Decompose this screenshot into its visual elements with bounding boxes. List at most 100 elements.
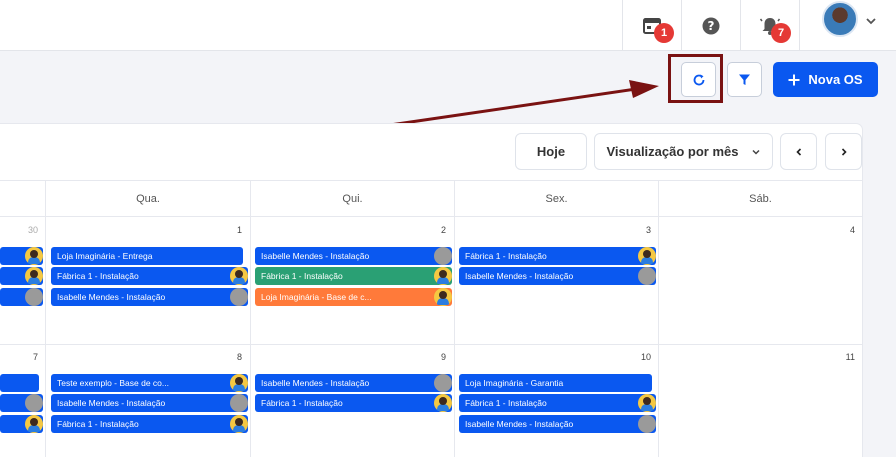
plus-icon [788, 74, 800, 85]
assignee-avatar [230, 288, 248, 306]
event-label: Isabelle Mendes - Instalação [261, 251, 370, 261]
event-item[interactable]: Fábrica 1 - Instalação [51, 415, 248, 433]
event-label: Isabelle Mendes - Instalação [465, 271, 574, 281]
notifications-button[interactable]: 7 [740, 0, 798, 51]
top-bar: 1 ? 7 [0, 0, 896, 51]
day-number: 1 [236, 225, 242, 235]
day-number: 7 [32, 352, 38, 362]
filter-icon [739, 74, 750, 85]
assignee-avatar [638, 267, 656, 285]
day-number: 4 [849, 225, 855, 235]
calendar-card: Hoje Visualização por mês Qua. Qui. Sex.… [0, 124, 862, 457]
event-item[interactable]: Fábrica 1 - Instalação [255, 267, 452, 285]
assignee-avatar [230, 267, 248, 285]
assignee-avatar [25, 415, 43, 433]
event-item[interactable] [0, 374, 39, 392]
event-label: Fábrica 1 - Instalação [57, 419, 139, 429]
grid-line [454, 217, 455, 457]
day-name-fri: Sex. [454, 181, 658, 217]
event-item[interactable]: Isabelle Mendes - Instalação [459, 415, 656, 433]
annotation-arrow [389, 80, 659, 127]
event-label: Isabelle Mendes - Instalação [57, 292, 166, 302]
event-label: Loja Imaginária - Garantia [465, 378, 564, 388]
event-label: Loja Imaginária - Base de c... [261, 292, 372, 302]
assignee-avatar [434, 374, 452, 392]
grid-line [658, 217, 659, 457]
day-name-sat: Sáb. [658, 181, 862, 217]
assignee-avatar [434, 394, 452, 412]
event-item[interactable]: Loja Imaginária - Base de c... [255, 288, 452, 306]
event-item[interactable]: Loja Imaginária - Garantia [459, 374, 652, 392]
event-label: Isabelle Mendes - Instalação [465, 419, 574, 429]
assignee-avatar [638, 415, 656, 433]
event-label: Isabelle Mendes - Instalação [261, 378, 370, 388]
chevron-down-icon [866, 18, 876, 25]
event-label: Fábrica 1 - Instalação [465, 251, 547, 261]
assignee-avatar [230, 394, 248, 412]
event-item[interactable] [0, 247, 43, 265]
calendar-toolbar: Hoje Visualização por mês [0, 124, 862, 180]
day-number: 8 [236, 352, 242, 362]
help-icon: ? [702, 17, 719, 34]
filter-button[interactable] [727, 62, 762, 97]
day-name-wed: Qua. [45, 181, 250, 217]
event-item[interactable]: Isabelle Mendes - Instalação [459, 267, 656, 285]
new-os-label: Nova OS [808, 72, 863, 87]
event-item[interactable]: Fábrica 1 - Instalação [255, 394, 452, 412]
assignee-avatar [638, 394, 656, 412]
event-item[interactable] [0, 394, 43, 412]
view-mode-select[interactable]: Visualização por mês [594, 133, 773, 170]
grid-line [250, 217, 251, 457]
new-os-button[interactable]: Nova OS [773, 62, 878, 97]
event-label: Teste exemplo - Base de co... [57, 378, 169, 388]
event-label: Fábrica 1 - Instalação [57, 271, 139, 281]
chevron-down-icon [751, 149, 760, 155]
event-label: Fábrica 1 - Instalação [261, 271, 343, 281]
event-item[interactable]: Fábrica 1 - Instalação [51, 267, 248, 285]
event-label: Isabelle Mendes - Instalação [57, 398, 166, 408]
assignee-avatar [25, 394, 43, 412]
event-item[interactable] [0, 415, 43, 433]
svg-text:?: ? [707, 19, 714, 33]
grid-line [0, 344, 862, 345]
event-item[interactable]: Isabelle Mendes - Instalação [255, 247, 452, 265]
assignee-avatar [230, 374, 248, 392]
help-button[interactable]: ? [681, 0, 739, 51]
calendar-menu-button[interactable]: 1 [622, 0, 680, 51]
assignee-avatar [25, 267, 43, 285]
event-label: Loja Imaginária - Entrega [57, 251, 153, 261]
day-number: 11 [845, 352, 855, 362]
user-menu[interactable] [799, 0, 896, 51]
avatar [822, 1, 858, 37]
next-month-button[interactable] [825, 133, 862, 170]
day-name-thu: Qui. [250, 181, 454, 217]
day-number: 2 [440, 225, 446, 235]
assignee-avatar [25, 288, 43, 306]
notifications-badge: 7 [771, 23, 791, 43]
assignee-avatar [434, 267, 452, 285]
event-item[interactable] [0, 288, 43, 306]
assignee-avatar [230, 415, 248, 433]
calendar-badge: 1 [654, 23, 674, 43]
event-item[interactable]: Isabelle Mendes - Instalação [255, 374, 452, 392]
annotation-highlight-box [668, 54, 723, 103]
event-item[interactable]: Fábrica 1 - Instalação [459, 247, 656, 265]
event-item[interactable]: Fábrica 1 - Instalação [459, 394, 656, 412]
event-item[interactable]: Loja Imaginária - Entrega [51, 247, 243, 265]
event-item[interactable]: Isabelle Mendes - Instalação [51, 394, 248, 412]
grid-line [45, 217, 46, 457]
assignee-avatar [638, 247, 656, 265]
day-number: 30 [27, 225, 38, 235]
event-item[interactable]: Isabelle Mendes - Instalação [51, 288, 248, 306]
day-number: 10 [640, 352, 651, 362]
view-mode-label: Visualização por mês [606, 144, 739, 159]
chevron-left-icon [795, 147, 801, 156]
today-button[interactable]: Hoje [515, 133, 587, 170]
day-number: 3 [645, 225, 651, 235]
assignee-avatar [25, 247, 43, 265]
event-item[interactable]: Teste exemplo - Base de co... [51, 374, 248, 392]
calendar-header-row: Qua. Qui. Sex. Sáb. [0, 180, 862, 217]
prev-month-button[interactable] [780, 133, 817, 170]
event-item[interactable] [0, 267, 43, 285]
assignee-avatar [434, 288, 452, 306]
